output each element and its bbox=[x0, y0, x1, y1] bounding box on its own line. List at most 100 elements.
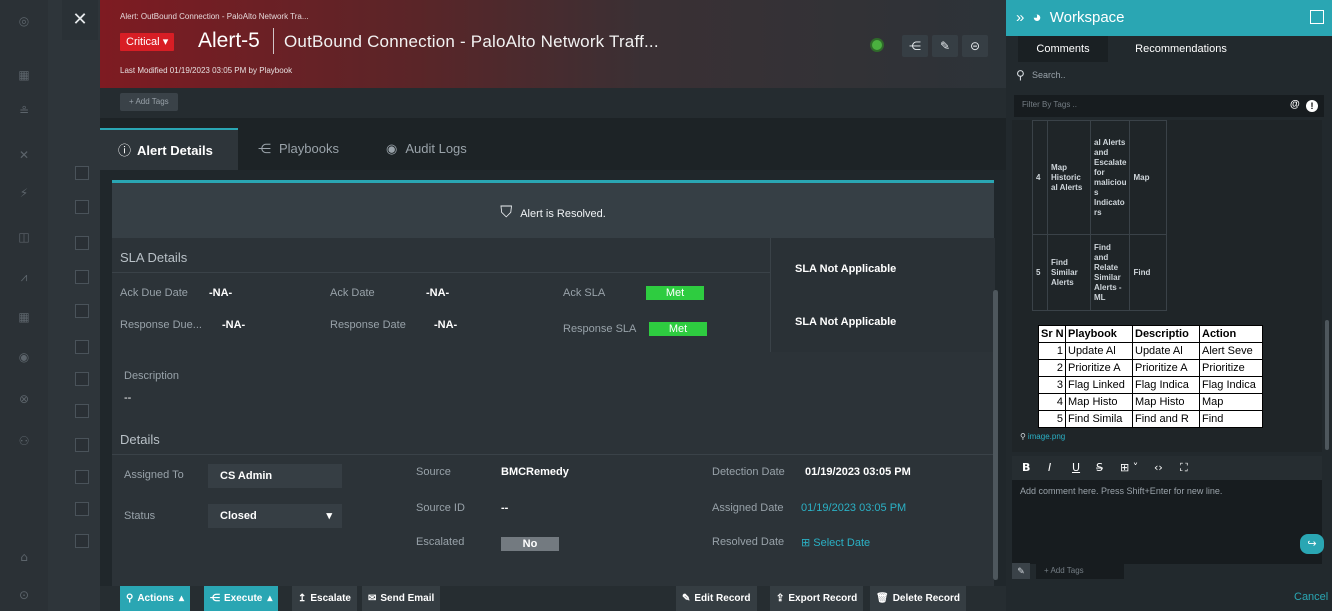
edit-record-button[interactable]: ✎ Edit Record bbox=[676, 586, 757, 611]
chevron-down-icon: ▾ bbox=[326, 510, 332, 522]
tab-label: Playbooks bbox=[279, 141, 339, 156]
severity-label: Critical bbox=[126, 36, 160, 48]
severity-badge[interactable]: Critical ▾ bbox=[120, 33, 175, 51]
close-icon[interactable]: ✕ bbox=[62, 0, 98, 40]
code-button[interactable]: ‹› bbox=[1154, 456, 1163, 480]
execute-button[interactable]: ⋲ Execute ▴ bbox=[204, 586, 279, 611]
details-section: Description -- Details Assigned To CS Ad… bbox=[112, 352, 994, 586]
edit-icon[interactable]: ✎ bbox=[932, 35, 958, 57]
execute-label: Execute bbox=[224, 593, 263, 604]
alert-icon[interactable]: ! bbox=[1306, 100, 1318, 112]
response-sla-status-badge: Met bbox=[649, 322, 707, 336]
fullscreen-button[interactable]: ⛶ bbox=[1180, 456, 1188, 480]
assigned-to-field[interactable]: CS Admin bbox=[208, 464, 342, 488]
response-date-value: -NA- bbox=[434, 319, 458, 331]
strikethrough-button[interactable]: S̶ bbox=[1096, 456, 1103, 480]
execute-icon: ⋲ bbox=[210, 593, 220, 604]
search-input[interactable]: Search.. bbox=[1032, 70, 1066, 80]
ack-due-label: Ack Due Date bbox=[120, 287, 188, 299]
cancel-button[interactable]: Cancel bbox=[1294, 591, 1328, 603]
workspace-header: » ◕ Workspace bbox=[1006, 0, 1332, 36]
description-value: -- bbox=[124, 392, 132, 404]
expand-panel-icon[interactable] bbox=[1310, 10, 1324, 24]
table-row: 1 Update Al Update Al Alert Seve bbox=[1038, 342, 1263, 360]
divider bbox=[112, 272, 770, 273]
users-icon[interactable]: ⚇ bbox=[16, 434, 32, 448]
row-checkbox bbox=[75, 200, 89, 214]
tab-comments[interactable]: Comments bbox=[1018, 36, 1108, 64]
zoom-icon: ⚲ bbox=[1020, 432, 1026, 441]
app-logo-icon[interactable]: ◎ bbox=[16, 14, 32, 28]
table-cell: Prioritize bbox=[1199, 359, 1263, 377]
table-row: 2 Prioritize A Prioritize A Prioritize bbox=[1038, 359, 1263, 377]
ack-sla-applicable-text: SLA Not Applicable bbox=[795, 263, 897, 275]
filter-by-tags[interactable]: Filter By Tags .. bbox=[1014, 95, 1324, 117]
link-icon[interactable]: ⊝ bbox=[962, 35, 988, 57]
delete-record-button[interactable]: 🗑 Delete Record bbox=[870, 586, 966, 611]
status-value: Closed bbox=[220, 510, 257, 522]
send-email-button[interactable]: ✉ Send Email bbox=[362, 586, 441, 611]
table-row: 3 Flag Linked Flag Indica Flag Indica bbox=[1038, 376, 1263, 394]
integrations-icon[interactable]: ⊗ bbox=[16, 392, 32, 406]
alerts-icon[interactable]: ✕ bbox=[16, 148, 32, 162]
tab-label: Audit Logs bbox=[405, 141, 467, 156]
trash-icon[interactable]: ⌂ bbox=[16, 550, 32, 564]
detection-date-value: 01/19/2023 03:05 PM bbox=[805, 466, 911, 478]
ack-sla-label: Ack SLA bbox=[563, 287, 606, 299]
workspace-icon: ◕ bbox=[1032, 9, 1042, 26]
last-modified-text: Last Modified 01/19/2023 03:05 PM by Pla… bbox=[120, 66, 293, 75]
settings-icon[interactable]: ◉ bbox=[16, 350, 32, 364]
modules-icon[interactable]: ▦ bbox=[16, 310, 32, 324]
underline-button[interactable]: U bbox=[1072, 456, 1080, 480]
title-divider bbox=[273, 28, 274, 54]
table-cell: 5 bbox=[1032, 234, 1048, 311]
shield-check-icon: ⛉ bbox=[500, 202, 513, 221]
collapse-panel-icon[interactable]: » bbox=[1016, 9, 1024, 26]
mention-icon[interactable]: @ bbox=[1290, 99, 1300, 110]
comment-input[interactable]: Add comment here. Press Shift+Enter for … bbox=[1020, 486, 1222, 496]
incidents-icon[interactable]: ≗ bbox=[16, 104, 32, 118]
response-sla-label: Response SLA bbox=[563, 323, 637, 335]
italic-button[interactable]: I bbox=[1048, 456, 1051, 480]
send-comment-button[interactable]: ↪ bbox=[1300, 534, 1324, 554]
status-select[interactable]: Closed ▾ bbox=[208, 504, 342, 528]
export-record-button[interactable]: ⇪ Export Record bbox=[770, 586, 864, 611]
help-icon[interactable]: ⊙ bbox=[16, 588, 32, 602]
resolved-date-picker[interactable]: ⊞ Select Date bbox=[801, 536, 870, 549]
escalate-icon: ↥ bbox=[298, 593, 307, 604]
workspace-search[interactable]: ⚲ Search.. bbox=[1006, 62, 1332, 88]
scrollbar-thumb[interactable] bbox=[993, 290, 998, 580]
tab-alert-details[interactable]: ⓘ Alert Details bbox=[100, 128, 238, 172]
tab-audit-logs[interactable]: ◉ Audit Logs bbox=[386, 128, 486, 170]
dashboard-icon[interactable]: ▦ bbox=[16, 68, 32, 82]
alert-id: Alert-5 bbox=[198, 29, 260, 52]
comment-add-tags[interactable]: + Add Tags bbox=[1036, 563, 1124, 579]
playbook-icon: ⋲ bbox=[258, 141, 271, 156]
tab-recommendations[interactable]: Recommendations bbox=[1116, 36, 1246, 62]
playbook-tree-button[interactable]: ⋲ bbox=[902, 35, 928, 57]
filter-tags-input[interactable]: Filter By Tags .. bbox=[1022, 100, 1077, 109]
comment-editor[interactable]: B I U S̶ ⊞ ˅ ‹› ⛶ Add comment here. Pres… bbox=[1012, 456, 1324, 564]
alert-header: Alert: OutBound Connection - PaloAlto Ne… bbox=[100, 0, 1006, 88]
table-cell: 5 bbox=[1038, 410, 1066, 428]
automation-icon[interactable]: ⚡ bbox=[16, 186, 32, 200]
escalated-toggle[interactable]: No bbox=[501, 537, 559, 551]
table-insert-button[interactable]: ⊞ ˅ bbox=[1120, 456, 1138, 480]
row-checkbox bbox=[75, 236, 89, 250]
tab-playbooks[interactable]: ⋲ Playbooks bbox=[258, 128, 358, 170]
detection-date-label: Detection Date bbox=[712, 466, 785, 478]
actions-button[interactable]: ⚲ Actions ▴ bbox=[120, 586, 191, 611]
tag-icon[interactable]: ✎ bbox=[1012, 563, 1030, 579]
table-cell: 4 bbox=[1032, 120, 1048, 235]
add-tags-button[interactable]: + Add Tags bbox=[120, 93, 178, 111]
comments-scrollbar[interactable] bbox=[1325, 320, 1329, 450]
escalate-button[interactable]: ↥ Escalate bbox=[292, 586, 357, 611]
assigned-date-value[interactable]: 01/19/2023 03:05 PM bbox=[801, 502, 906, 514]
assets-icon[interactable]: ◫ bbox=[16, 230, 32, 244]
row-checkbox bbox=[75, 502, 89, 516]
trash-icon: 🗑 bbox=[876, 593, 889, 604]
reports-icon[interactable]: ⩘ bbox=[16, 270, 32, 284]
ack-date-value: -NA- bbox=[426, 287, 450, 299]
image-attachment-link[interactable]: ⚲ image.png bbox=[1020, 432, 1065, 441]
bold-button[interactable]: B bbox=[1022, 456, 1030, 480]
